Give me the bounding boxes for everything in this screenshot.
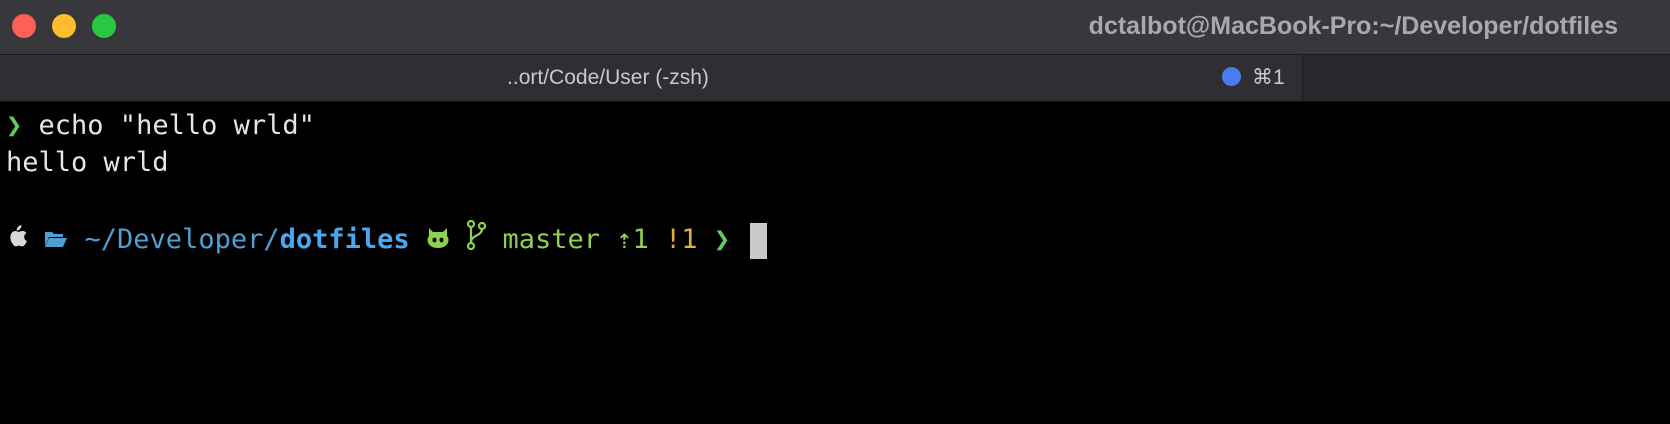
github-icon: [426, 222, 450, 260]
minimize-window-button[interactable]: [52, 14, 76, 38]
git-branch-name: master: [502, 224, 600, 255]
tab-shortcut: ⌘1: [1252, 66, 1285, 89]
zoom-window-button[interactable]: [92, 14, 116, 38]
terminal-output[interactable]: ❯ echo "hello wrld" hello wrld ~/Develop…: [0, 102, 1670, 424]
folder-open-icon: [44, 222, 68, 260]
text-cursor[interactable]: [750, 222, 768, 259]
git-dirty-count: !1: [665, 224, 698, 255]
prompt-symbol-2: ❯: [713, 224, 731, 255]
path-prefix: ~/Developer/: [84, 224, 280, 255]
command-line: ❯ echo "hello wrld": [6, 107, 315, 145]
title-bar[interactable]: dctalbot@MacBook-Pro:~/Developer/dotfile…: [0, 0, 1670, 55]
tab-bar: ..ort/Code/User (-zsh) ⌘1: [0, 55, 1670, 102]
path-current-dir: dotfiles: [279, 224, 410, 255]
apple-icon: [6, 222, 28, 260]
prompt-line[interactable]: ~/Developer/dotfiles master ⇡1 !1 ❯: [6, 219, 768, 261]
tab-activity-indicator: [1222, 67, 1241, 86]
command-output: hello wrld: [6, 147, 169, 178]
tab-title: ..ort/Code/User (-zsh): [507, 66, 709, 89]
prompt-symbol: ❯: [6, 110, 23, 141]
terminal-window: dctalbot@MacBook-Pro:~/Developer/dotfile…: [0, 0, 1670, 424]
git-ahead-count: ⇡1: [616, 224, 649, 255]
tab-zsh[interactable]: ..ort/Code/User (-zsh) ⌘1: [0, 55, 1303, 101]
close-window-button[interactable]: [12, 14, 36, 38]
window-title: dctalbot@MacBook-Pro:~/Developer/dotfile…: [1088, 12, 1618, 40]
command-text: echo "hello wrld": [38, 110, 315, 141]
git-branch-icon: [466, 219, 487, 261]
